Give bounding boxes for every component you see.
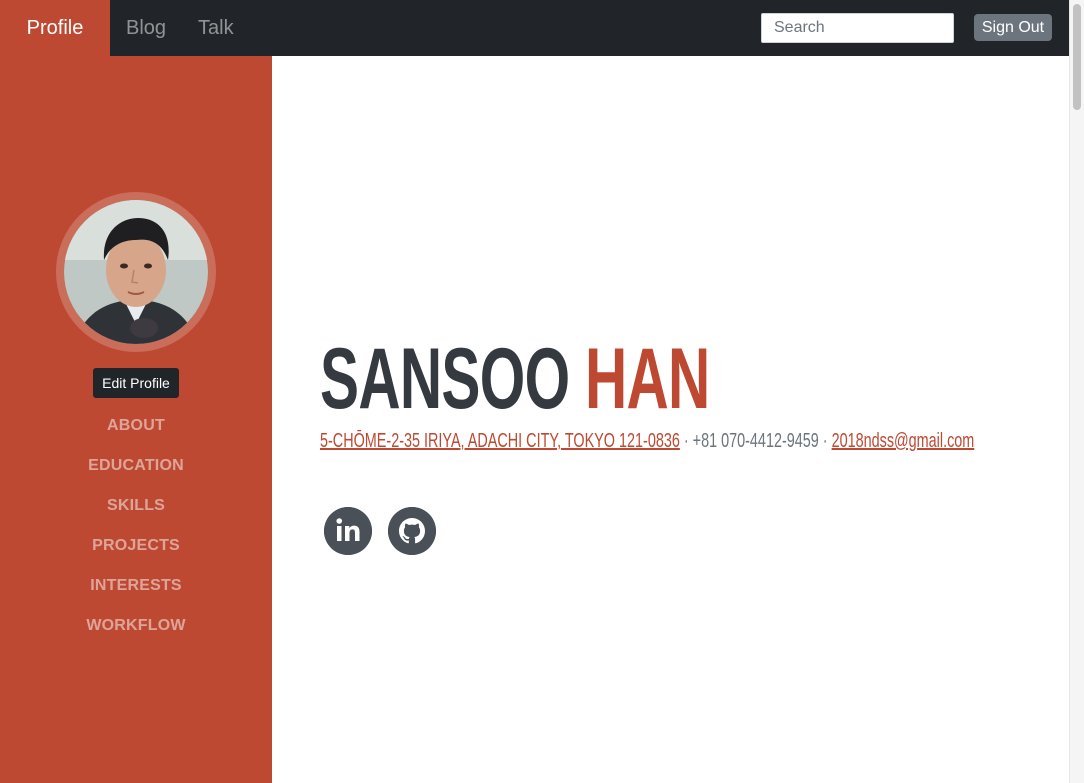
edit-profile-button[interactable]: Edit Profile <box>93 368 179 398</box>
sidebar-nav: ABOUT EDUCATION SKILLS PROJECTS INTEREST… <box>0 406 272 646</box>
separator: · <box>679 430 693 452</box>
sidebar-item-workflow[interactable]: WORKFLOW <box>0 606 272 646</box>
sidebar-item-education[interactable]: EDUCATION <box>0 446 272 486</box>
avatar <box>56 192 216 352</box>
search-input[interactable] <box>761 13 954 43</box>
main-content: SANSOO HAN 5-chōme-2-35 Iriya, Adachi Ci… <box>272 56 1069 783</box>
tab-blog[interactable]: Blog <box>126 0 166 56</box>
sign-out-button[interactable]: Sign Out <box>974 14 1052 41</box>
sidebar-item-about[interactable]: ABOUT <box>0 406 272 446</box>
linkedin-icon <box>324 507 372 555</box>
sidebar-item-skills[interactable]: SKILLS <box>0 486 272 526</box>
first-name: SANSOO <box>320 331 570 427</box>
tab-profile[interactable]: Profile <box>0 0 110 56</box>
github-button[interactable] <box>388 507 436 555</box>
sidebar: Edit Profile ABOUT EDUCATION SKILLS PROJ… <box>0 56 272 783</box>
page-scrollbar[interactable] <box>1069 0 1084 783</box>
last-name: HAN <box>584 331 710 427</box>
email-link[interactable]: 2018ndss@gmail.com <box>832 430 975 452</box>
profile-photo <box>64 200 208 344</box>
scrollbar-thumb[interactable] <box>1073 4 1081 110</box>
separator: · <box>818 430 832 452</box>
phone-number: +81 070-4412-9459 <box>692 430 819 452</box>
top-navbar: Profile Blog Talk Sign Out <box>0 0 1069 56</box>
page-title: SANSOO HAN <box>320 334 710 424</box>
contact-info: 5-chōme-2-35 Iriya, Adachi City, Tokyo 1… <box>320 428 974 454</box>
sidebar-item-projects[interactable]: PROJECTS <box>0 526 272 566</box>
github-icon <box>388 507 436 555</box>
tab-talk[interactable]: Talk <box>198 0 234 56</box>
address-link[interactable]: 5-chōme-2-35 Iriya, Adachi City, Tokyo 1… <box>320 430 680 452</box>
sidebar-item-interests[interactable]: INTERESTS <box>0 566 272 606</box>
linkedin-button[interactable] <box>324 507 372 555</box>
